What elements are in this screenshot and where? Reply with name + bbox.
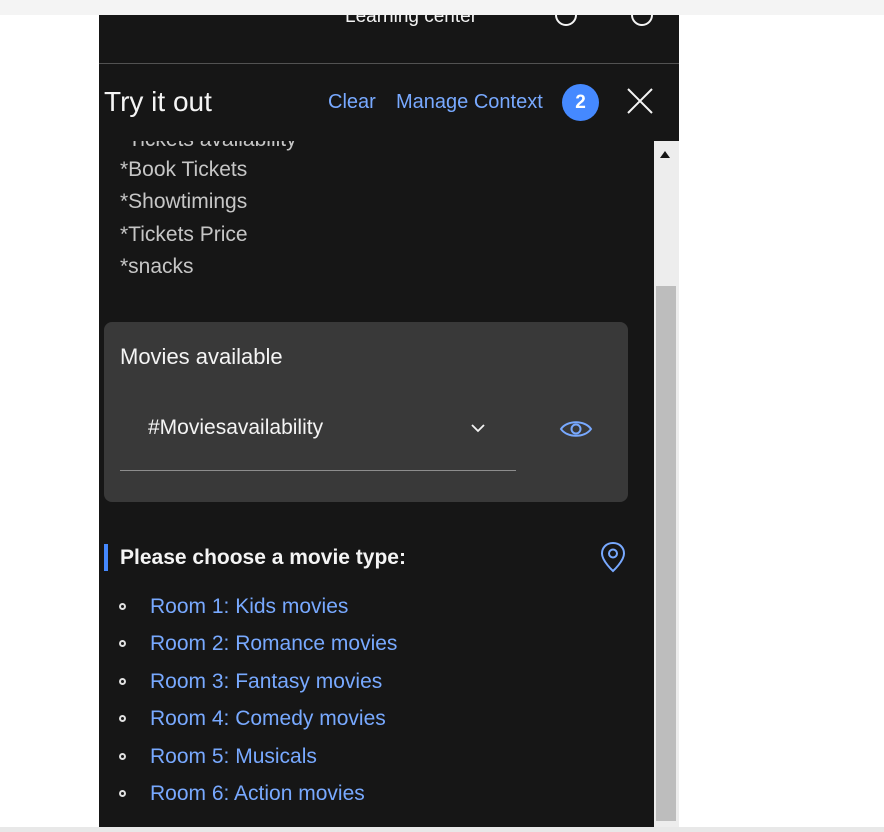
bullet-icon bbox=[119, 640, 126, 647]
panel-title: Try it out bbox=[104, 86, 212, 117]
clear-button[interactable]: Clear bbox=[328, 89, 376, 115]
movie-option-label: Room 5: Musicals bbox=[150, 745, 317, 768]
conversation-area[interactable]: *Tickets availability *Book Tickets *Sho… bbox=[99, 141, 654, 832]
bullet-icon bbox=[119, 753, 126, 760]
intent-dropdown-value: #Moviesavailability bbox=[148, 416, 324, 439]
movie-option-label: Room 6: Action movies bbox=[150, 782, 365, 805]
intent-dropdown[interactable]: #Moviesavailability bbox=[120, 394, 516, 471]
movie-option-label: Room 1: Kids movies bbox=[150, 595, 349, 618]
movie-option-label: Room 4: Comedy movies bbox=[150, 707, 386, 730]
response-title: Please choose a movie type: bbox=[120, 546, 406, 569]
bullet-icon bbox=[119, 678, 126, 685]
scrollbar-thumb[interactable] bbox=[656, 286, 676, 821]
intent-card: Movies available #Moviesavailability bbox=[104, 322, 628, 502]
bullet-icon bbox=[119, 790, 126, 797]
movie-option-label: Room 2: Romance movies bbox=[150, 632, 398, 655]
close-icon[interactable] bbox=[624, 85, 656, 117]
scroll-up-arrow-icon[interactable] bbox=[660, 151, 670, 158]
help-icon[interactable] bbox=[555, 15, 577, 26]
topic-item: *Tickets Price bbox=[120, 223, 248, 246]
location-pin-icon[interactable] bbox=[599, 541, 627, 573]
topic-item: *Showtimings bbox=[120, 190, 248, 213]
response-accent-bar bbox=[104, 544, 108, 571]
browser-top-strip bbox=[0, 0, 884, 15]
learning-center-header: Learning center bbox=[99, 15, 679, 64]
chevron-down-icon bbox=[471, 424, 485, 433]
bullet-icon bbox=[119, 603, 126, 610]
try-it-out-panel: Learning center Try it out Clear Manage … bbox=[99, 15, 679, 832]
bullet-icon bbox=[119, 715, 126, 722]
page-bottom-edge bbox=[0, 827, 884, 832]
topic-item-partial: *Tickets availability bbox=[120, 141, 297, 153]
intent-card-title: Movies available bbox=[120, 344, 283, 369]
topic-item: *snacks bbox=[120, 255, 194, 278]
vertical-scrollbar[interactable] bbox=[654, 141, 679, 832]
user-icon[interactable] bbox=[631, 15, 653, 26]
eye-icon[interactable] bbox=[559, 417, 593, 441]
context-count-badge[interactable]: 2 bbox=[562, 84, 599, 121]
learning-center-link[interactable]: Learning center bbox=[345, 15, 477, 34]
manage-context-button[interactable]: Manage Context bbox=[396, 89, 543, 115]
topic-item: *Book Tickets bbox=[120, 158, 248, 181]
movie-option-label: Room 3: Fantasy movies bbox=[150, 670, 383, 693]
